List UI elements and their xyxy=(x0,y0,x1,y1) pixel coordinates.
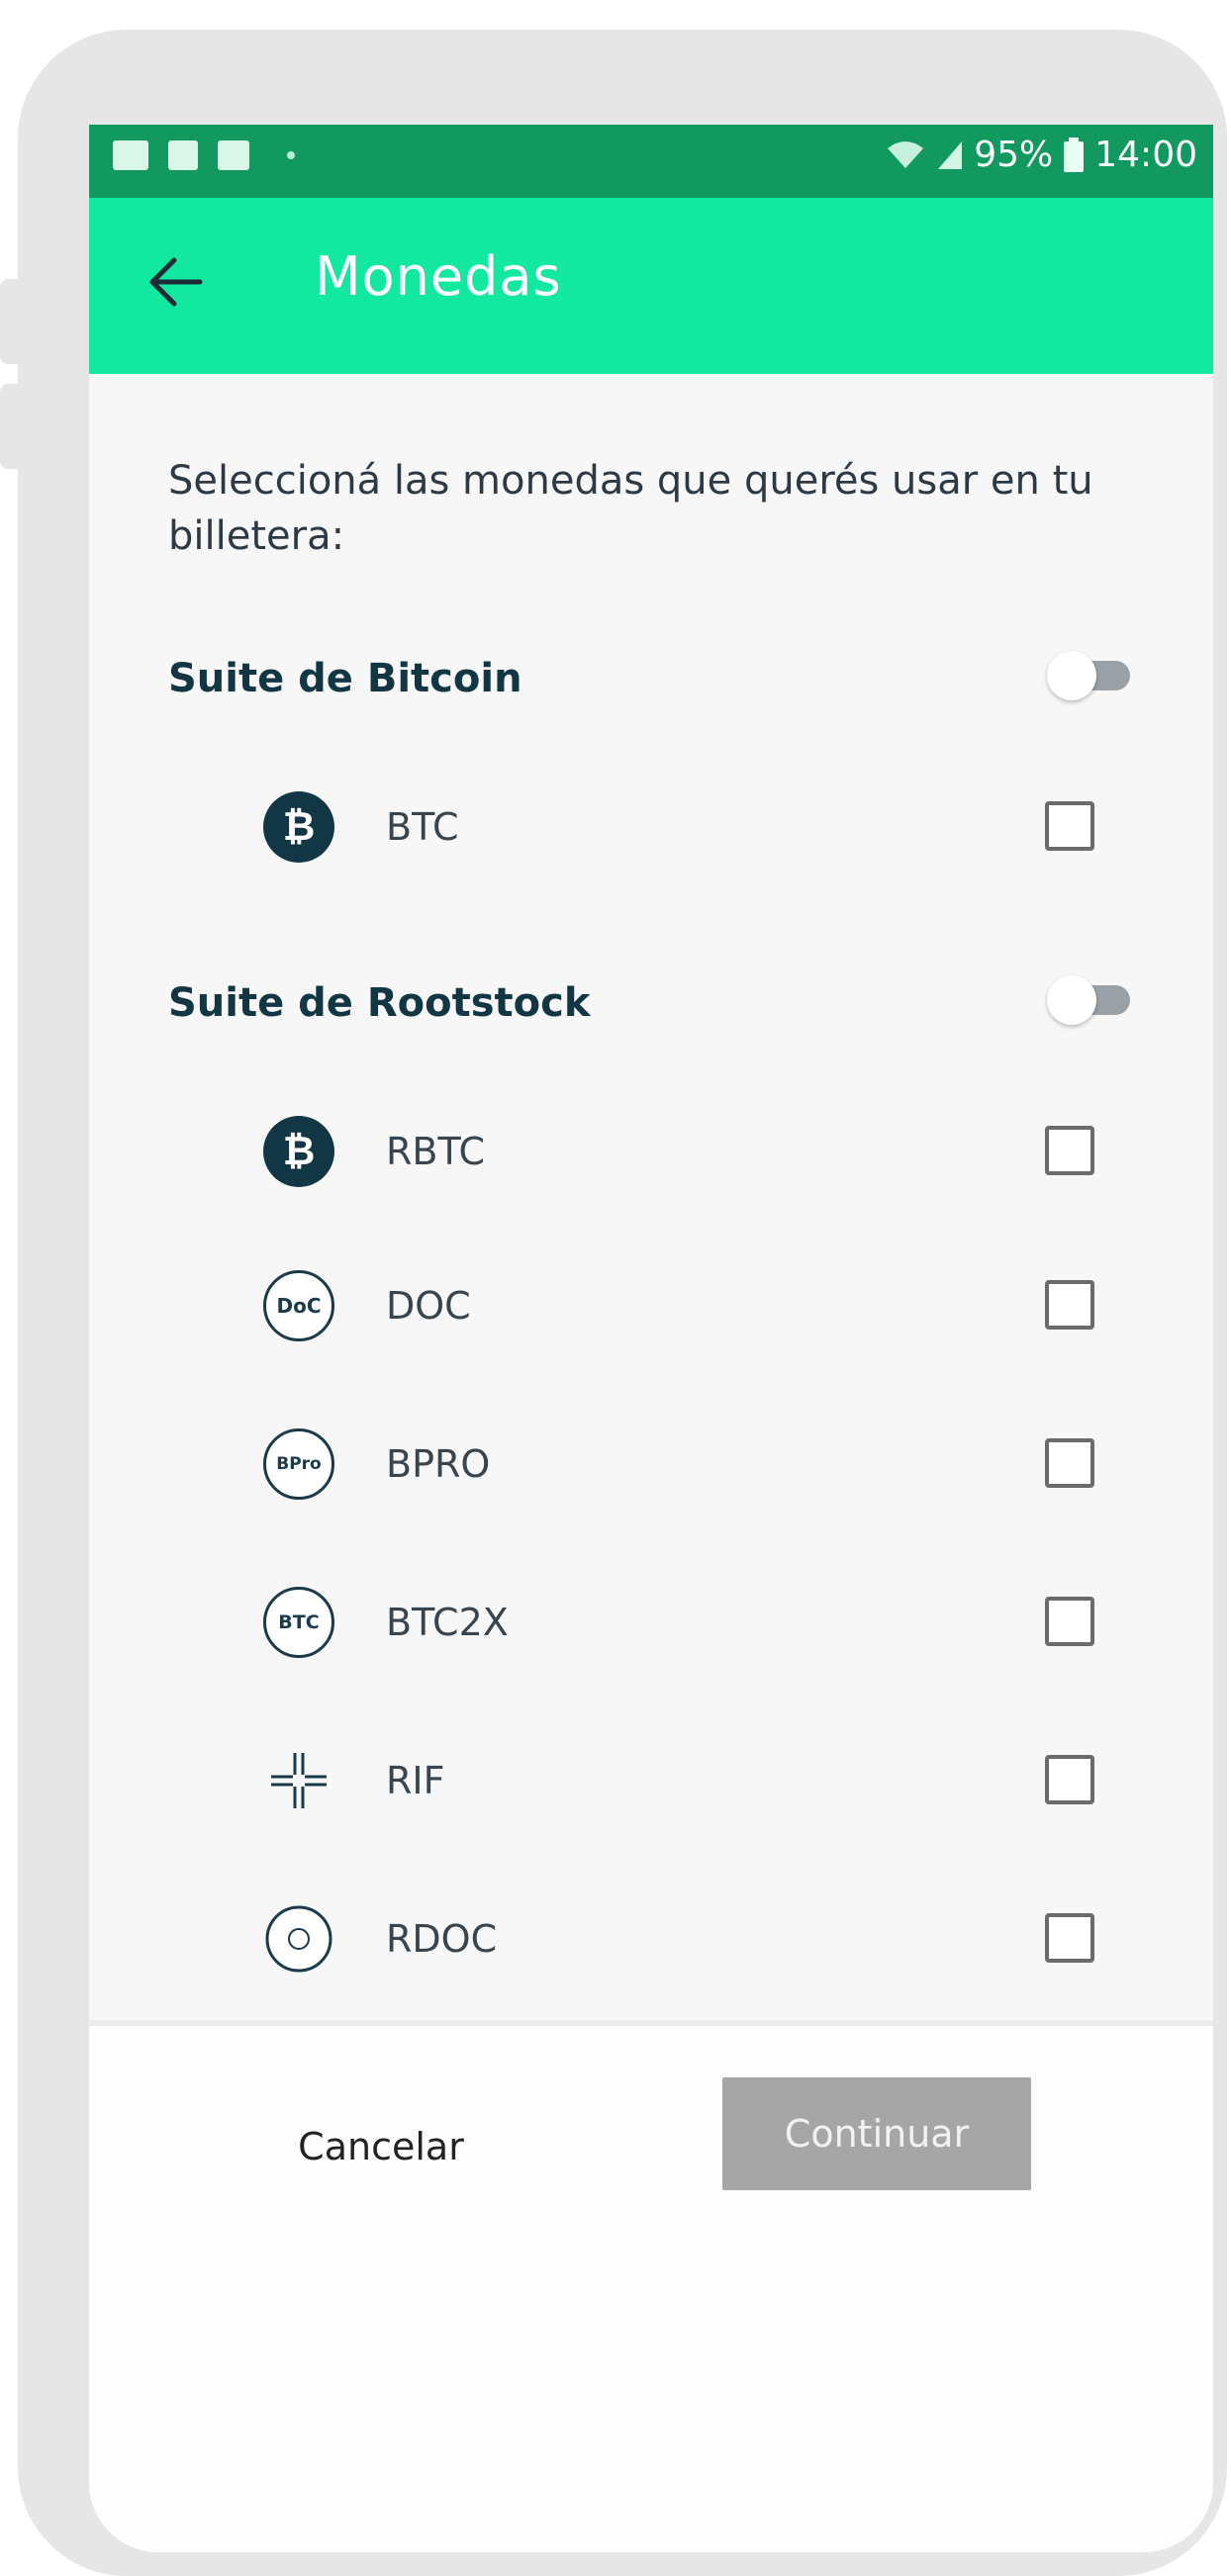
clock: 14:00 xyxy=(1094,135,1197,175)
section-label: Suite de Bitcoin xyxy=(168,656,522,701)
intro-text: Seleccioná las monedas que querés usar e… xyxy=(168,458,1093,559)
coin-label: BPRO xyxy=(386,1442,491,1486)
app-bar: Monedas xyxy=(89,198,1213,374)
section-bitcoin: Suite de Bitcoin xyxy=(168,639,1158,718)
suite-bitcoin-toggle[interactable] xyxy=(1047,651,1130,700)
coin-label: BTC2X xyxy=(386,1601,509,1644)
list-item[interactable]: BPro BPRO xyxy=(89,1405,1213,1523)
list-item[interactable]: DoC DOC xyxy=(89,1246,1213,1365)
list-item[interactable]: ₿ RBTC xyxy=(89,1092,1213,1211)
toggle-thumb xyxy=(1047,651,1096,700)
arrow-left-icon[interactable] xyxy=(141,247,210,317)
page-title: Monedas xyxy=(315,245,562,308)
rdoc-checkbox[interactable] xyxy=(1045,1913,1094,1963)
phone-frame: 95% 14:00 Monedas Seleccioná las monedas… xyxy=(0,30,1227,2576)
gallery-icon xyxy=(113,140,148,170)
list-item[interactable]: ₿ BTC xyxy=(89,768,1213,886)
notification-dot-icon xyxy=(287,151,295,159)
coin-label: RIF xyxy=(386,1759,445,1802)
btc-checkbox[interactable] xyxy=(1045,801,1094,851)
section-label: Suite de Rootstock xyxy=(168,980,591,1026)
folder-icon xyxy=(218,140,249,170)
signal-icon xyxy=(938,140,963,169)
coin-label: BTC xyxy=(386,805,459,849)
btc2x-checkbox[interactable] xyxy=(1045,1597,1094,1646)
rdoc-icon xyxy=(265,1905,332,1973)
section-rootstock: Suite de Rootstock xyxy=(168,964,1158,1043)
list-item[interactable]: RIF xyxy=(89,1721,1213,1840)
facebook-icon xyxy=(168,140,198,170)
rbtc-checkbox[interactable] xyxy=(1045,1126,1094,1175)
bpro-checkbox[interactable] xyxy=(1045,1438,1094,1488)
rif-icon xyxy=(271,1753,327,1808)
coin-label: RBTC xyxy=(386,1130,485,1173)
app-screen: 95% 14:00 Monedas Seleccioná las monedas… xyxy=(89,125,1213,2552)
wifi-icon xyxy=(888,140,924,168)
rif-checkbox[interactable] xyxy=(1045,1755,1094,1804)
continue-button[interactable]: Continuar xyxy=(722,2077,1031,2190)
list-item[interactable]: RDOC xyxy=(89,1880,1213,1998)
coin-label: DOC xyxy=(386,1284,471,1328)
rbtc-icon: ₿ xyxy=(263,1116,334,1187)
footer-actions: Cancelar Continuar xyxy=(89,2020,1213,2552)
suite-rootstock-toggle[interactable] xyxy=(1047,975,1130,1025)
power-button xyxy=(0,384,22,469)
doc-checkbox[interactable] xyxy=(1045,1280,1094,1330)
coin-list[interactable]: Seleccioná las monedas que querés usar e… xyxy=(89,374,1213,2020)
list-item[interactable]: BTC BTC2X xyxy=(89,1563,1213,1682)
battery-percent: 95% xyxy=(974,135,1054,175)
status-bar: 95% 14:00 xyxy=(89,125,1213,198)
coin-label: RDOC xyxy=(386,1917,498,1961)
btc2x-icon: BTC xyxy=(263,1587,334,1658)
doc-icon: DoC xyxy=(263,1270,334,1341)
battery-icon xyxy=(1064,137,1085,172)
bitcoin-icon: ₿ xyxy=(263,791,334,863)
volume-button xyxy=(0,279,22,364)
toggle-thumb xyxy=(1047,975,1096,1025)
bpro-icon: BPro xyxy=(263,1428,334,1500)
cancel-button[interactable]: Cancelar xyxy=(267,2107,495,2186)
